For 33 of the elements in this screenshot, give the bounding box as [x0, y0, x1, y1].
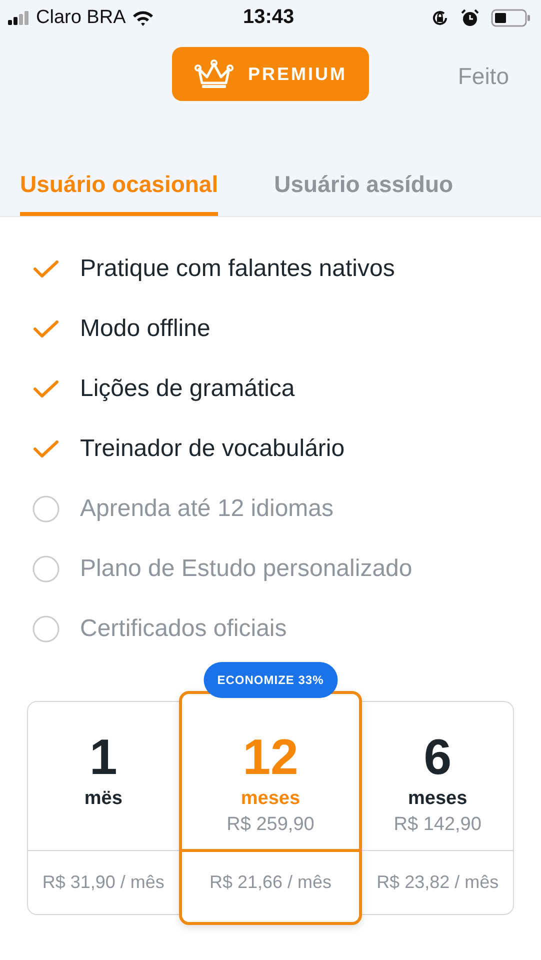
plan-tab[interactable]: Usuário ocasional: [20, 171, 218, 216]
plan-unit: mës: [84, 788, 122, 810]
plan-total-price: R$ 259,90: [226, 814, 314, 836]
carrier-name: Claro BRA: [36, 6, 126, 28]
plan-tab[interactable]: Usuário assíduo: [274, 171, 454, 216]
monthly-price: R$ 31,90 / mês: [42, 872, 164, 893]
feature-label: Aprenda até 12 idiomas: [80, 495, 334, 523]
wifi-icon: [132, 10, 154, 26]
signal-icon: [8, 10, 30, 24]
feature-label: Plano de Estudo personalizado: [80, 555, 412, 583]
battery-icon: [491, 8, 531, 26]
crown-icon: [194, 59, 234, 89]
feature-label: Certificados oficiais: [80, 615, 287, 643]
premium-button[interactable]: PREMIUM: [172, 47, 369, 101]
feature-label: Modo offline: [80, 315, 210, 343]
plan-total-price: R$ 142,90: [394, 814, 482, 836]
done-button[interactable]: Feito: [458, 63, 509, 90]
monthly-price: R$ 21,66 / mês: [209, 872, 332, 892]
feature-label: Treinador de vocabulário: [80, 435, 345, 463]
feature-label: Pratique com falantes nativos: [80, 255, 395, 283]
plan-option[interactable]: 6 meses R$ 142,90 R$ 23,82 / mês: [362, 702, 513, 914]
discount-badge: ECONOMIZE 33%: [203, 662, 338, 698]
plan-option[interactable]: 12 meses R$ 259,90 R$ 21,66 / mês: [178, 691, 362, 925]
plan-unit: meses: [240, 788, 300, 810]
monthly-price: R$ 23,82 / mês: [376, 872, 499, 893]
rotation-lock-icon: [431, 8, 449, 26]
clock-time: 13:43: [243, 6, 294, 29]
plan-unit: meses: [408, 788, 468, 810]
plan-duration: 12: [242, 732, 298, 782]
feature-label: Lições de gramática: [80, 375, 295, 403]
plan-duration: 6: [424, 732, 452, 782]
plan-duration: 1: [89, 732, 118, 782]
alarm-icon: [461, 8, 479, 26]
